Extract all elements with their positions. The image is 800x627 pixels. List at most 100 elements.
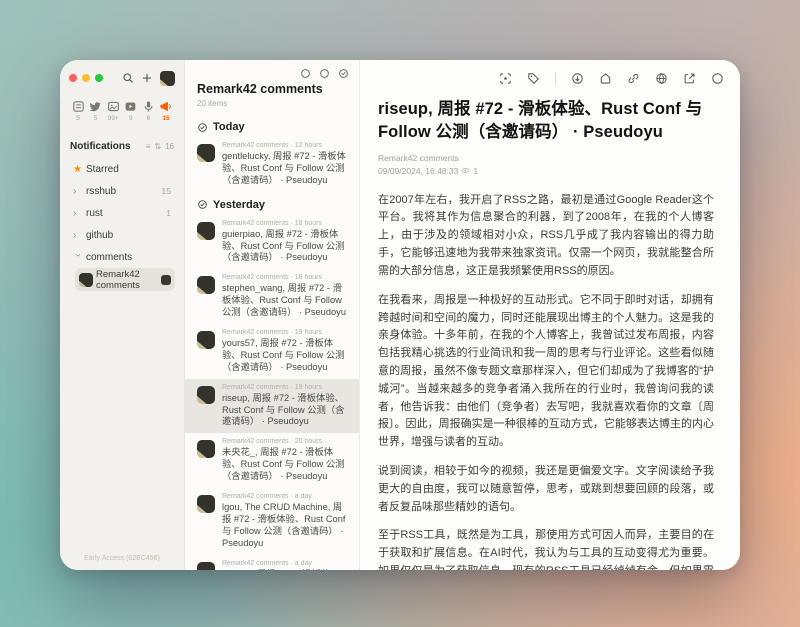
group-label-text: Today: [213, 121, 245, 133]
item-title: guierpiao, 周报 #72 - 滑板体验、Rust Conf 与 Fol…: [222, 229, 347, 265]
list-item[interactable]: Remark42 comments · a day lgou, The CRUD…: [185, 488, 359, 555]
item-meta: Remark42 comments · 20 hours: [222, 438, 347, 445]
sidebar: 5 5 99+ 9 6: [60, 60, 185, 570]
mark-all-read-icon[interactable]: [338, 68, 349, 79]
social-media-icon: [89, 100, 102, 113]
tab-count: 5: [94, 115, 98, 122]
item-meta: Remark42 comments · 18 hours: [222, 220, 347, 227]
unread-total-count: 16: [165, 142, 174, 151]
profile-icon[interactable]: [711, 72, 724, 85]
list-item-count: 20 items: [197, 99, 347, 108]
chevron-right-icon[interactable]: ›: [73, 208, 83, 219]
feed-avatar: [197, 495, 215, 513]
pictures-icon: [107, 100, 120, 113]
close-window-button[interactable]: [69, 74, 77, 82]
feed-label: Starred: [86, 164, 171, 175]
tab-notifications[interactable]: 15: [158, 100, 174, 122]
window-controls[interactable]: [69, 74, 103, 82]
add-subscription-icon[interactable]: [141, 72, 153, 84]
item-title: 未央花_, 周报 #72 - 滑板体验、Rust Conf 与 Follow 公…: [222, 447, 347, 483]
article-content: riseup, 周报 #72 - 滑板体验、Rust Conf 与 Follow…: [360, 88, 740, 570]
feed-avatar: [197, 440, 215, 458]
sidebar-item-github[interactable]: › github: [69, 224, 175, 246]
group-header-yesterday: Yesterday: [185, 192, 359, 215]
list-item[interactable]: Remark42 comments · 19 hours yours57, 周报…: [185, 324, 359, 379]
article-title: riseup, 周报 #72 - 滑板体验、Rust Conf 与 Follow…: [378, 98, 714, 145]
feed-owner-icon: [161, 275, 171, 285]
list-title: Remark42 comments: [197, 82, 347, 96]
paragraph: 在2007年左右，我开启了RSS之路，最初是通过Google Reader这个平…: [378, 192, 714, 281]
article-toolbar: [360, 60, 740, 88]
focus-icon[interactable]: [499, 72, 512, 85]
tab-articles[interactable]: 5: [70, 100, 86, 122]
tab-videos[interactable]: 9: [123, 100, 139, 122]
check-circle-icon[interactable]: [197, 199, 208, 210]
tab-pictures[interactable]: 99+: [105, 100, 121, 122]
circle-icon[interactable]: [300, 68, 311, 79]
list-item[interactable]: Remark42 comments · 20 hours 未央花_, 周报 #7…: [185, 433, 359, 488]
item-title: gentlelucky, 周报 #72 - 滑板体验、Rust Conf 与 F…: [222, 151, 347, 187]
feed-list: ★ Starred › rsshub 15 › rust 1 › github: [69, 158, 175, 291]
home-icon[interactable]: [599, 72, 612, 85]
list-item-selected[interactable]: Remark42 comments · 19 hours riseup, 周报 …: [185, 379, 359, 434]
user-avatar[interactable]: [160, 71, 175, 86]
search-icon[interactable]: [122, 72, 134, 84]
item-title: lgou, The CRUD Machine, 周报 #72 - 滑板体验、Ru…: [222, 502, 347, 550]
tab-count: 9: [129, 115, 133, 122]
list-item[interactable]: Remark42 comments · 18 hours stephen_wan…: [185, 269, 359, 324]
item-meta: Remark42 comments · 18 hours: [222, 274, 347, 281]
list-item[interactable]: Remark42 comments · 12 hours gentlelucky…: [185, 137, 359, 192]
tab-count: 6: [147, 115, 151, 122]
star-icon: ★: [73, 164, 83, 175]
feed-label: github: [86, 230, 171, 241]
check-circle-icon[interactable]: [197, 122, 208, 133]
toolbar-divider: [555, 72, 556, 85]
item-title: cyddgh, 周报 #72 - 滑板体验、Rust Conf 与 Follow…: [222, 569, 347, 570]
group-label-text: Yesterday: [213, 199, 265, 211]
sidebar-item-comments[interactable]: › comments: [69, 246, 175, 268]
feed-avatar: [197, 562, 215, 570]
link-icon[interactable]: [627, 72, 640, 85]
item-title: yours57, 周报 #72 - 滑板体验、Rust Conf 与 Follo…: [222, 338, 347, 374]
feed-unread-count: 1: [166, 208, 171, 218]
sidebar-item-rust[interactable]: › rust 1: [69, 202, 175, 224]
list-item[interactable]: Remark42 comments · 18 hours guierpiao, …: [185, 215, 359, 270]
refresh-icon[interactable]: [319, 68, 330, 79]
sidebar-item-rsshub[interactable]: › rsshub 15: [69, 180, 175, 202]
tag-icon[interactable]: [527, 72, 540, 85]
chevron-down-icon[interactable]: ›: [73, 253, 84, 263]
feed-avatar: [197, 144, 215, 162]
zoom-window-button[interactable]: [95, 74, 103, 82]
article-meta: 09/09/2024, 16:48:33 1: [378, 166, 714, 176]
feed-avatar: [79, 273, 93, 287]
minimize-window-button[interactable]: [82, 74, 90, 82]
tab-count: 15: [162, 115, 169, 122]
chevron-right-icon[interactable]: ›: [73, 230, 83, 241]
entry-list-pane: Remark42 comments 20 items Today Remark4…: [185, 60, 360, 570]
chevron-right-icon[interactable]: ›: [73, 186, 83, 197]
tab-social-media[interactable]: 5: [88, 100, 104, 122]
sidebar-item-starred[interactable]: ★ Starred: [69, 158, 175, 180]
sidebar-section-title: Notifications: [70, 141, 146, 152]
paragraph: 在我看来，周报是一种极好的互动形式。它不同于即时对话，却拥有跨越时间和空间的魔力…: [378, 292, 714, 452]
list-item[interactable]: Remark42 comments · a day cyddgh, 周报 #72…: [185, 555, 359, 570]
globe-icon[interactable]: [655, 72, 668, 85]
articles-icon: [72, 100, 85, 113]
collapse-all-icon[interactable]: ⇅: [154, 142, 161, 151]
item-meta: Remark42 comments · 12 hours: [222, 142, 347, 149]
item-title: stephen_wang, 周报 #72 - 滑板体验、Rust Conf 与 …: [222, 283, 347, 319]
item-meta: Remark42 comments · a day: [222, 560, 347, 567]
tab-audio[interactable]: 6: [140, 100, 156, 122]
article-source[interactable]: Remark42 comments: [378, 153, 714, 163]
mark-read-icon[interactable]: [571, 72, 584, 85]
feed-unread-count: 15: [162, 186, 171, 196]
paragraph: 至于RSS工具，既然是为工具，那使用方式可因人而异，主要目的在于获取和扩展信息。…: [378, 527, 714, 570]
feed-label: comments: [86, 252, 171, 263]
group-order-icon[interactable]: ≡: [146, 142, 151, 151]
tab-count: 5: [76, 115, 80, 122]
feed-avatar: [197, 386, 215, 404]
sidebar-item-remark42-comments[interactable]: Remark42 comments: [75, 268, 175, 291]
early-access-label: Early Access (02EC456): [69, 555, 175, 564]
notifications-icon: [159, 100, 172, 113]
share-icon[interactable]: [683, 72, 696, 85]
